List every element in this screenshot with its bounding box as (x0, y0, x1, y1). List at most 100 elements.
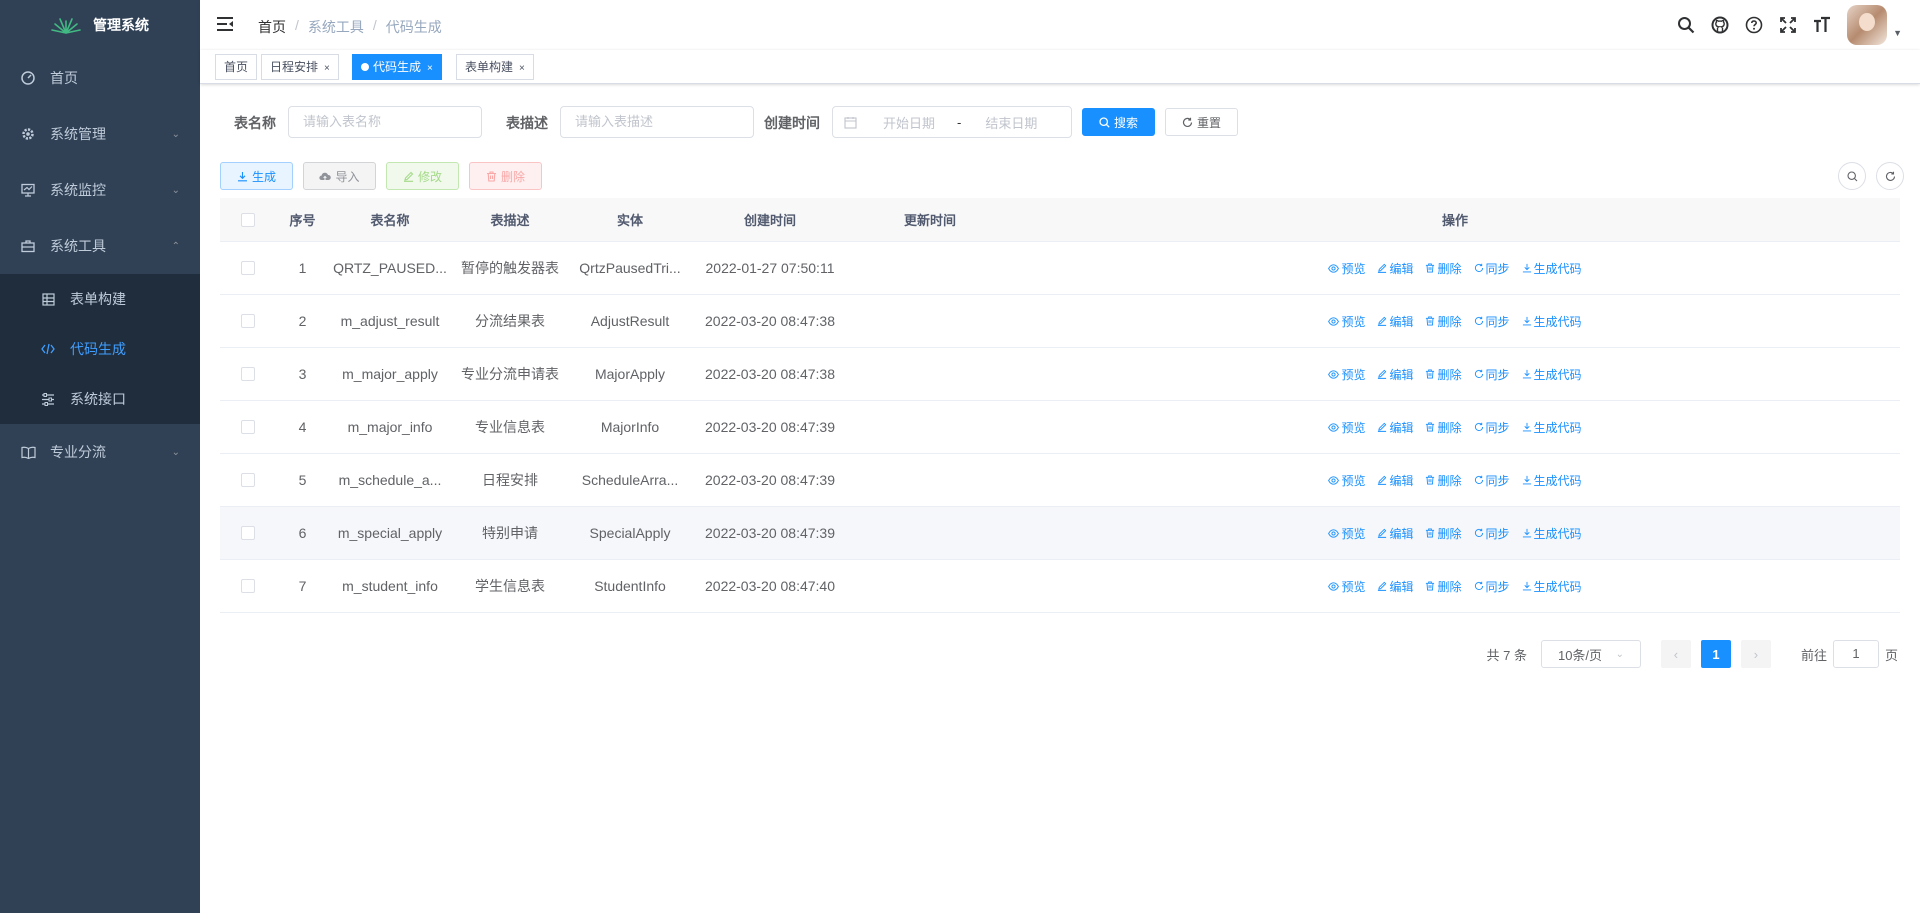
checkbox[interactable] (240, 314, 255, 328)
sync-link[interactable]: 同步 (1474, 578, 1510, 595)
goto-input[interactable]: 1 (1832, 640, 1879, 668)
checkbox[interactable] (240, 261, 255, 275)
checkbox[interactable] (240, 473, 255, 487)
row-checkbox[interactable] (220, 367, 275, 381)
row-checkbox[interactable] (220, 473, 275, 487)
caret-down-icon[interactable]: ▼ (1893, 28, 1902, 38)
close-icon[interactable]: × (427, 63, 433, 74)
delete-link[interactable]: 删除 (1425, 260, 1462, 277)
start-date-input[interactable]: 开始日期 (873, 113, 945, 132)
refresh-button[interactable] (1876, 162, 1904, 190)
logo[interactable]: 管理系统 (0, 0, 200, 50)
grid-icon (40, 292, 56, 306)
end-date-input[interactable]: 结束日期 (975, 113, 1047, 132)
sidebar-item-system-monitor[interactable]: 系统监控 ⌄ (0, 162, 200, 218)
delete-link[interactable]: 删除 (1425, 525, 1462, 542)
preview-link[interactable]: 预览 (1328, 525, 1365, 542)
preview-link[interactable]: 预览 (1328, 472, 1365, 489)
sync-link[interactable]: 同步 (1474, 419, 1510, 436)
row-checkbox[interactable] (220, 579, 275, 593)
search-icon[interactable] (1669, 0, 1703, 50)
avatar[interactable] (1847, 5, 1888, 45)
delete-link[interactable]: 删除 (1425, 366, 1462, 383)
edit-link[interactable]: 编辑 (1377, 366, 1413, 383)
close-icon[interactable]: × (324, 63, 330, 74)
delete-button[interactable]: 删除 (469, 162, 542, 190)
action-label: 生成代码 (1533, 367, 1582, 382)
sync-link[interactable]: 同步 (1474, 366, 1510, 383)
edit-link[interactable]: 编辑 (1377, 419, 1413, 436)
generate-code-link[interactable]: 生成代码 (1522, 472, 1582, 489)
sidebar-item-system-management[interactable]: 系统管理 ⌄ (0, 106, 200, 162)
row-checkbox[interactable] (220, 314, 275, 328)
search-button[interactable]: 搜索 (1082, 108, 1155, 136)
row-checkbox[interactable] (220, 420, 275, 434)
sidebar-item-code-gen[interactable]: 代码生成 (0, 324, 200, 374)
tag-code-gen[interactable]: 代码生成 × (352, 54, 442, 80)
page-number-button[interactable]: 1 (1700, 640, 1731, 668)
breadcrumb-home[interactable]: 首页 (258, 17, 286, 37)
sidebar-item-system-tools[interactable]: 系统工具 ⌃ (0, 218, 200, 274)
preview-link[interactable]: 预览 (1328, 419, 1365, 436)
checkbox[interactable] (240, 579, 255, 593)
generate-code-link[interactable]: 生成代码 (1522, 578, 1582, 595)
sync-link[interactable]: 同步 (1474, 260, 1510, 277)
toggle-search-button[interactable] (1838, 162, 1866, 190)
generate-code-link[interactable]: 生成代码 (1522, 525, 1582, 542)
delete-link[interactable]: 删除 (1425, 313, 1462, 330)
tag-form-build[interactable]: 表单构建 × (456, 54, 534, 80)
table-name-input[interactable]: 请输入表名称 (288, 106, 482, 138)
row-checkbox[interactable] (220, 526, 275, 540)
sync-link[interactable]: 同步 (1474, 472, 1510, 489)
reset-button[interactable]: 重置 (1165, 108, 1238, 136)
preview-link[interactable]: 预览 (1328, 313, 1365, 330)
edit-link[interactable]: 编辑 (1377, 313, 1413, 330)
generate-button[interactable]: 生成 (220, 162, 293, 190)
sidebar-item-home[interactable]: 首页 (0, 50, 200, 106)
cell-table-name: m_schedule_a... (338, 472, 442, 488)
preview-link[interactable]: 预览 (1328, 366, 1365, 383)
delete-link[interactable]: 删除 (1425, 419, 1462, 436)
edit-link[interactable]: 编辑 (1377, 525, 1413, 542)
generate-code-link[interactable]: 生成代码 (1522, 419, 1582, 436)
checkbox[interactable] (240, 420, 255, 434)
delete-link[interactable]: 删除 (1425, 472, 1462, 489)
select-all-checkbox[interactable] (220, 212, 275, 227)
checkbox[interactable] (240, 367, 255, 381)
close-icon[interactable]: × (519, 63, 525, 74)
prev-page-button[interactable]: ‹ (1660, 640, 1691, 668)
checkbox[interactable] (240, 526, 255, 540)
edit-link[interactable]: 编辑 (1377, 260, 1413, 277)
table-desc-input[interactable]: 请输入表描述 (560, 106, 754, 138)
checkbox[interactable] (240, 212, 255, 227)
sync-link[interactable]: 同步 (1474, 525, 1510, 542)
font-size-icon[interactable] (1805, 0, 1839, 50)
edit-button[interactable]: 修改 (386, 162, 459, 190)
page-size-select[interactable]: 10条/页 ⌄ (1540, 640, 1641, 668)
tag-home[interactable]: 首页 (215, 54, 258, 80)
sidebar-item-label: 首页 (50, 70, 78, 86)
fullscreen-icon[interactable] (1771, 0, 1805, 50)
github-icon[interactable] (1703, 0, 1737, 50)
sync-link[interactable]: 同步 (1474, 313, 1510, 330)
import-button[interactable]: 导入 (303, 162, 376, 190)
generate-code-link[interactable]: 生成代码 (1522, 313, 1582, 330)
column-header: 创建时间 (743, 213, 796, 228)
reset-button-label: 重置 (1196, 115, 1221, 130)
delete-link[interactable]: 删除 (1425, 578, 1462, 595)
tag-schedule[interactable]: 日程安排 × (261, 54, 339, 80)
sidebar-item-system-api[interactable]: 系统接口 (0, 374, 200, 424)
generate-code-link[interactable]: 生成代码 (1522, 366, 1582, 383)
preview-link[interactable]: 预览 (1328, 578, 1365, 595)
date-range-picker[interactable]: 开始日期 - 结束日期 (832, 106, 1072, 138)
sidebar-item-form-build[interactable]: 表单构建 (0, 274, 200, 324)
sidebar-item-major-split[interactable]: 专业分流 ⌄ (0, 424, 200, 480)
hamburger-icon[interactable] (216, 15, 234, 36)
help-icon[interactable] (1737, 0, 1771, 50)
preview-link[interactable]: 预览 (1328, 260, 1365, 277)
row-checkbox[interactable] (220, 261, 275, 275)
edit-link[interactable]: 编辑 (1377, 472, 1413, 489)
edit-link[interactable]: 编辑 (1377, 578, 1413, 595)
generate-code-link[interactable]: 生成代码 (1522, 260, 1582, 277)
next-page-button[interactable]: › (1740, 640, 1771, 668)
